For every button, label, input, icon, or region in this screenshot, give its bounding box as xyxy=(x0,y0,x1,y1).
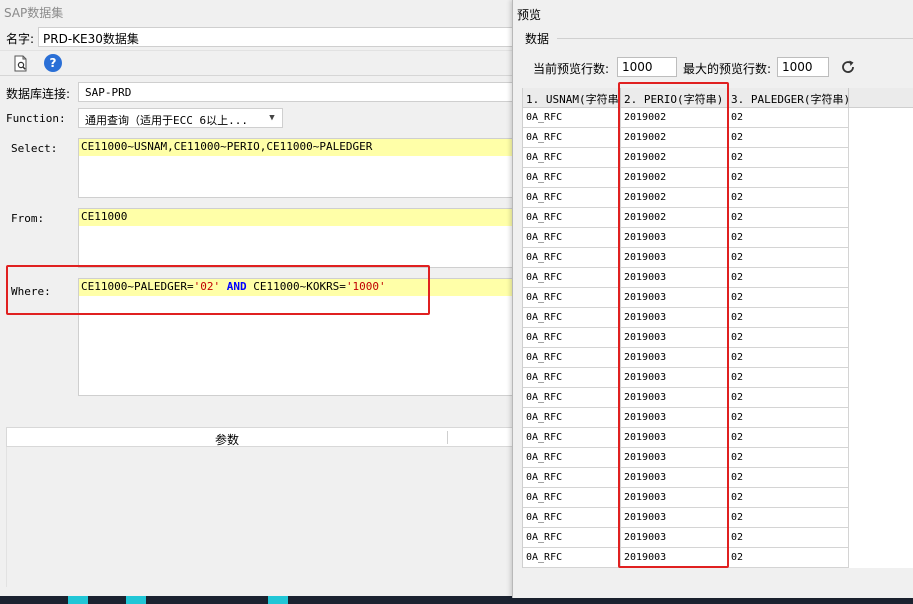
table-cell[interactable]: 0A_RFC xyxy=(523,188,621,208)
table-cell[interactable]: 02 xyxy=(728,388,849,408)
table-cell[interactable]: 0A_RFC xyxy=(523,328,621,348)
table-cell[interactable]: 02 xyxy=(728,248,849,268)
table-cell[interactable]: 02 xyxy=(728,128,849,148)
column-header-paledger[interactable]: 3. PALEDGER(字符串) xyxy=(728,88,849,108)
table-cell[interactable]: 0A_RFC xyxy=(523,548,621,568)
table-cell[interactable]: 02 xyxy=(728,288,849,308)
function-label: Function: xyxy=(6,112,66,125)
refresh-icon[interactable] xyxy=(839,58,857,76)
function-value: 通用查询（适用于ECC 6以上... xyxy=(85,114,248,127)
taskbar-fragment xyxy=(126,596,146,604)
params-label: 参数 xyxy=(215,433,240,447)
table-cell[interactable]: 02 xyxy=(728,188,849,208)
table-cell[interactable]: 0A_RFC xyxy=(523,308,621,328)
where-annotation-box xyxy=(6,265,430,315)
group-divider xyxy=(557,38,913,39)
toolbar: ? xyxy=(0,50,516,76)
table-cell[interactable]: 02 xyxy=(728,508,849,528)
perio-annotation-box xyxy=(618,82,729,568)
chevron-down-icon[interactable]: ▼ xyxy=(264,111,280,125)
table-cell[interactable]: 02 xyxy=(728,548,849,568)
from-text: CE11000 xyxy=(79,209,518,226)
params-table[interactable] xyxy=(6,447,518,587)
table-cell[interactable]: 0A_RFC xyxy=(523,348,621,368)
table-cell[interactable]: 0A_RFC xyxy=(523,148,621,168)
table-cell[interactable]: 02 xyxy=(728,228,849,248)
connection-input[interactable]: SAP-PRD xyxy=(78,82,518,102)
table-cell[interactable]: 0A_RFC xyxy=(523,128,621,148)
taskbar-fragment xyxy=(68,596,88,604)
table-cell[interactable]: 02 xyxy=(728,208,849,228)
table-cell[interactable]: 0A_RFC xyxy=(523,208,621,228)
table-cell[interactable]: 02 xyxy=(728,488,849,508)
name-input[interactable]: PRD-KE30数据集 xyxy=(38,27,518,47)
select-editor[interactable]: CE11000~USNAM,CE11000~PERIO,CE11000~PALE… xyxy=(78,138,518,198)
table-cell[interactable]: 02 xyxy=(728,428,849,448)
table-cell[interactable]: 0A_RFC xyxy=(523,228,621,248)
table-cell[interactable]: 0A_RFC xyxy=(523,488,621,508)
table-cell[interactable]: 0A_RFC xyxy=(523,408,621,428)
table-cell[interactable]: 02 xyxy=(728,308,849,328)
taskbar-fragment xyxy=(268,596,288,604)
table-cell[interactable]: 0A_RFC xyxy=(523,388,621,408)
table-cell[interactable]: 0A_RFC xyxy=(523,248,621,268)
max-rows-label: 最大的预览行数: xyxy=(683,62,772,76)
table-cell[interactable]: 0A_RFC xyxy=(523,368,621,388)
table-cell[interactable]: 02 xyxy=(728,348,849,368)
current-rows-label: 当前预览行数: xyxy=(533,62,610,76)
table-cell[interactable]: 0A_RFC xyxy=(523,508,621,528)
current-rows-input[interactable]: 1000 xyxy=(617,57,677,77)
params-header: 参数 xyxy=(6,427,518,447)
table-cell[interactable]: 0A_RFC xyxy=(523,468,621,488)
column-header-usnam[interactable]: 1. USNAM(字符串) xyxy=(523,88,621,108)
table-cell[interactable]: 0A_RFC xyxy=(523,528,621,548)
from-editor[interactable]: CE11000 xyxy=(78,208,518,268)
table-cell[interactable]: 02 xyxy=(728,148,849,168)
table-cell[interactable]: 0A_RFC xyxy=(523,168,621,188)
window-title: SAP数据集 xyxy=(4,6,64,20)
name-label: 名字: xyxy=(6,32,35,46)
function-select[interactable]: 通用查询（适用于ECC 6以上... ▼ xyxy=(78,108,283,128)
preview-document-icon[interactable] xyxy=(12,55,30,73)
table-cell[interactable]: 02 xyxy=(728,328,849,348)
preview-title: 预览 xyxy=(517,8,542,22)
table-cell[interactable]: 0A_RFC xyxy=(523,428,621,448)
max-rows-input[interactable]: 1000 xyxy=(777,57,829,77)
table-cell[interactable]: 02 xyxy=(728,168,849,188)
help-icon[interactable]: ? xyxy=(44,54,62,72)
table-cell[interactable]: 0A_RFC xyxy=(523,108,621,128)
connection-label: 数据库连接: xyxy=(6,87,71,101)
table-cell[interactable]: 02 xyxy=(728,108,849,128)
table-cell[interactable]: 02 xyxy=(728,448,849,468)
table-cell[interactable]: 0A_RFC xyxy=(523,448,621,468)
data-group-label: 数据 xyxy=(523,30,552,47)
table-cell[interactable]: 02 xyxy=(728,468,849,488)
table-cell[interactable]: 02 xyxy=(728,408,849,428)
column-divider xyxy=(447,431,448,444)
table-cell[interactable]: 0A_RFC xyxy=(523,288,621,308)
table-cell[interactable]: 0A_RFC xyxy=(523,268,621,288)
name-row: 名字: PRD-KE30数据集 xyxy=(0,26,518,48)
table-cell[interactable]: 02 xyxy=(728,268,849,288)
from-label: From: xyxy=(11,212,45,225)
select-label: Select: xyxy=(11,142,58,155)
select-text: CE11000~USNAM,CE11000~PERIO,CE11000~PALE… xyxy=(79,139,518,156)
table-cell[interactable]: 02 xyxy=(728,528,849,548)
table-cell[interactable]: 02 xyxy=(728,368,849,388)
